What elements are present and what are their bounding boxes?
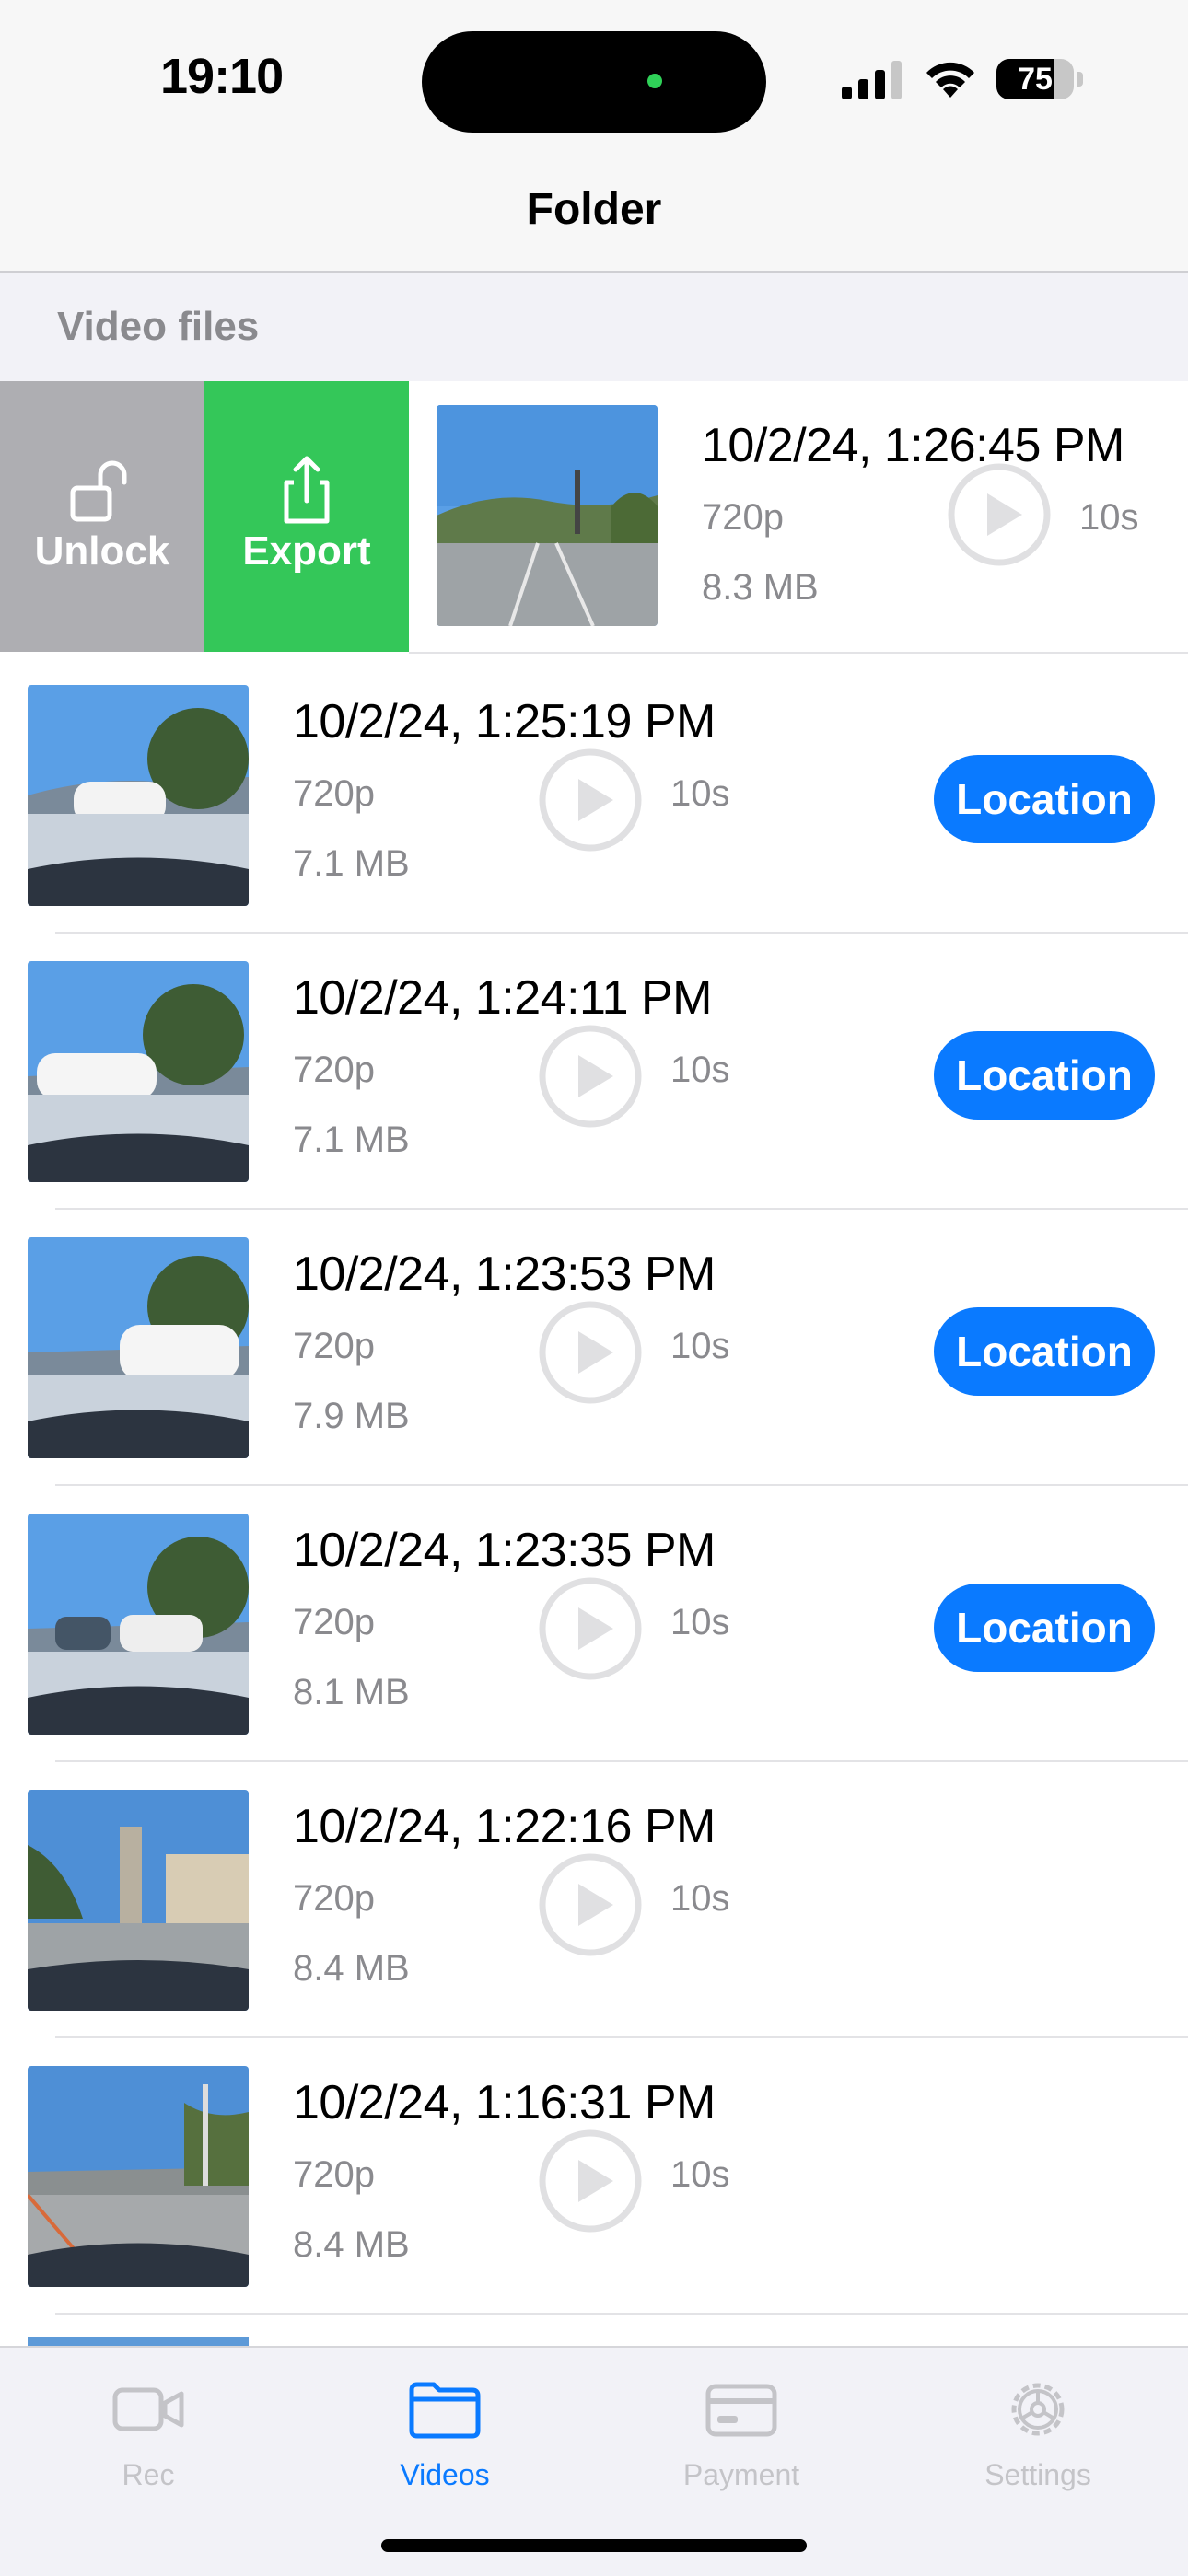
cellular-signal-icon bbox=[842, 61, 902, 99]
battery-indicator: 75 bbox=[996, 59, 1083, 99]
status-bar: 19:10 75 bbox=[0, 0, 1188, 166]
video-row-swiped[interactable]: Unlock Export 10/2/24, 1:26:45 PM 720p 8… bbox=[0, 381, 1188, 654]
page-title: Folder bbox=[526, 185, 662, 234]
video-row[interactable]: 10/2/24, 1:23:53 PM 720p 7.9 MB 10s Loca… bbox=[0, 1210, 1188, 1486]
video-size: 7.1 MB bbox=[293, 1120, 410, 1160]
tab-payment[interactable]: Payment bbox=[593, 2366, 890, 2513]
video-duration: 10s bbox=[670, 2154, 730, 2195]
tab-label: Settings bbox=[984, 2458, 1091, 2491]
video-thumbnail[interactable] bbox=[28, 2066, 249, 2287]
video-duration: 10s bbox=[1079, 497, 1139, 538]
video-resolution: 720p bbox=[702, 497, 784, 538]
folder-icon bbox=[409, 2382, 481, 2439]
video-thumbnail-partial bbox=[28, 2337, 249, 2346]
tab-label: Videos bbox=[400, 2458, 490, 2491]
camera-indicator-dot bbox=[647, 74, 662, 88]
location-button[interactable]: Location bbox=[934, 1031, 1155, 1120]
export-label: Export bbox=[242, 528, 371, 574]
video-datetime: 10/2/24, 1:16:31 PM bbox=[293, 2076, 716, 2129]
video-size: 7.9 MB bbox=[293, 1396, 410, 1436]
video-datetime: 10/2/24, 1:24:11 PM bbox=[293, 971, 712, 1025]
video-thumbnail[interactable] bbox=[28, 961, 249, 1182]
video-datetime: 10/2/24, 1:23:35 PM bbox=[293, 1524, 716, 1577]
share-icon bbox=[284, 456, 330, 524]
gear-icon bbox=[1011, 2383, 1065, 2436]
video-thumbnail[interactable] bbox=[28, 1514, 249, 1735]
video-duration: 10s bbox=[670, 1878, 730, 1919]
video-size: 8.4 MB bbox=[293, 2224, 410, 2265]
play-icon[interactable] bbox=[538, 748, 643, 853]
video-row[interactable]: 10/2/24, 1:23:35 PM 720p 8.1 MB 10s Loca… bbox=[0, 1486, 1188, 1762]
video-row[interactable]: 10/2/24, 1:16:31 PM 720p 8.4 MB 10s bbox=[0, 2038, 1188, 2315]
play-icon[interactable] bbox=[538, 1300, 643, 1405]
video-resolution: 720p bbox=[293, 773, 375, 814]
play-icon[interactable] bbox=[538, 1024, 643, 1129]
location-button[interactable]: Location bbox=[934, 1307, 1155, 1396]
video-size: 8.4 MB bbox=[293, 1948, 410, 1989]
video-duration: 10s bbox=[670, 1050, 730, 1090]
tab-settings[interactable]: Settings bbox=[890, 2366, 1186, 2513]
video-thumbnail[interactable] bbox=[28, 1790, 249, 2011]
battery-percentage: 75 bbox=[1018, 62, 1053, 97]
tab-videos[interactable]: Videos bbox=[297, 2366, 593, 2513]
video-thumbnail[interactable] bbox=[28, 1237, 249, 1458]
tab-rec[interactable]: Rec bbox=[0, 2366, 297, 2513]
section-title: Video files bbox=[57, 304, 260, 349]
play-icon[interactable] bbox=[538, 1576, 643, 1681]
unlock-icon bbox=[70, 460, 127, 522]
unlock-button[interactable]: Unlock bbox=[0, 381, 204, 652]
video-datetime: 10/2/24, 1:23:53 PM bbox=[293, 1247, 716, 1301]
play-icon[interactable] bbox=[538, 2129, 643, 2234]
video-resolution: 720p bbox=[293, 1602, 375, 1642]
video-camera-icon bbox=[112, 2387, 184, 2431]
export-button[interactable]: Export bbox=[204, 381, 409, 652]
video-row[interactable]: 10/2/24, 1:22:16 PM 720p 8.4 MB 10s bbox=[0, 1762, 1188, 2038]
video-resolution: 720p bbox=[293, 1326, 375, 1366]
video-thumbnail[interactable] bbox=[28, 685, 249, 906]
video-duration: 10s bbox=[670, 1326, 730, 1366]
location-button[interactable]: Location bbox=[934, 1584, 1155, 1672]
video-datetime: 10/2/24, 1:25:19 PM bbox=[293, 695, 716, 748]
navigation-bar: Folder bbox=[0, 166, 1188, 273]
location-button[interactable]: Location bbox=[934, 755, 1155, 843]
video-datetime: 10/2/24, 1:26:45 PM bbox=[702, 419, 1124, 472]
unlock-label: Unlock bbox=[34, 528, 170, 574]
video-duration: 10s bbox=[670, 773, 730, 814]
play-icon[interactable] bbox=[538, 1852, 643, 1957]
video-row[interactable]: 10/2/24, 1:24:11 PM 720p 7.1 MB 10s Loca… bbox=[0, 934, 1188, 1210]
home-indicator[interactable] bbox=[381, 2539, 807, 2552]
video-resolution: 720p bbox=[293, 1878, 375, 1919]
tab-label: Payment bbox=[682, 2458, 800, 2491]
wifi-icon bbox=[926, 62, 974, 98]
play-icon[interactable] bbox=[947, 462, 1052, 567]
video-resolution: 720p bbox=[293, 1050, 375, 1090]
video-thumbnail[interactable] bbox=[437, 405, 658, 626]
video-duration: 10s bbox=[670, 1602, 730, 1642]
tab-label: Rec bbox=[122, 2458, 175, 2491]
section-header: Video files bbox=[0, 273, 1188, 381]
video-row[interactable]: 10/2/24, 1:25:19 PM 720p 7.1 MB 10s Loca… bbox=[0, 657, 1188, 934]
video-row[interactable]: 10/2/24, 1:26:45 PM 720p 8.3 MB 10s bbox=[409, 381, 1188, 654]
video-size: 8.3 MB bbox=[702, 567, 819, 608]
video-resolution: 720p bbox=[293, 2154, 375, 2195]
credit-card-icon bbox=[705, 2384, 777, 2437]
video-size: 7.1 MB bbox=[293, 843, 410, 884]
status-time: 19:10 bbox=[160, 49, 284, 104]
video-datetime: 10/2/24, 1:22:16 PM bbox=[293, 1800, 716, 1853]
video-size: 8.1 MB bbox=[293, 1672, 410, 1712]
dynamic-island bbox=[422, 31, 766, 133]
